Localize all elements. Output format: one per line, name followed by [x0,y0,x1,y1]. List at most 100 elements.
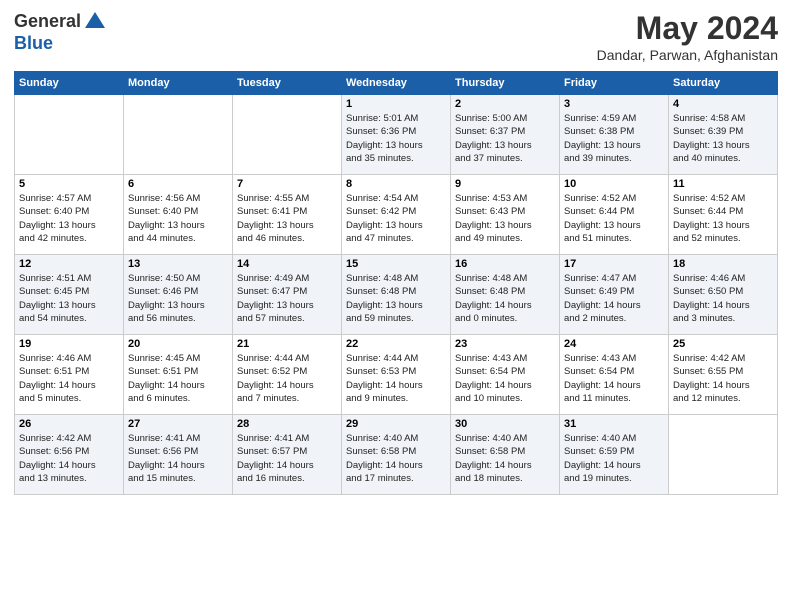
logo-icon [83,10,107,34]
day-info: Sunrise: 4:44 AM Sunset: 6:53 PM Dayligh… [346,352,446,405]
week-row-3: 12 Sunrise: 4:51 AM Sunset: 6:45 PM Dayli… [15,255,778,335]
day-cell: 20 Sunrise: 4:45 AM Sunset: 6:51 PM Dayli… [124,335,233,415]
day-info: Sunrise: 4:44 AM Sunset: 6:52 PM Dayligh… [237,352,337,405]
day-cell [124,95,233,175]
day-cell: 23 Sunrise: 4:43 AM Sunset: 6:54 PM Dayli… [451,335,560,415]
day-info: Sunrise: 4:47 AM Sunset: 6:49 PM Dayligh… [564,272,664,325]
day-info: Sunrise: 4:56 AM Sunset: 6:40 PM Dayligh… [128,192,228,245]
month-title: May 2024 [597,10,778,47]
weekday-header-thursday: Thursday [451,72,560,95]
day-number: 11 [673,178,773,190]
day-info: Sunrise: 4:55 AM Sunset: 6:41 PM Dayligh… [237,192,337,245]
day-number: 13 [128,258,228,270]
day-info: Sunrise: 4:53 AM Sunset: 6:43 PM Dayligh… [455,192,555,245]
day-number: 19 [19,338,119,350]
logo-text: General Blue [14,10,107,54]
weekday-header-sunday: Sunday [15,72,124,95]
day-number: 7 [237,178,337,190]
day-cell: 31Sunrise: 4:40 AM Sunset: 6:59 PM Dayli… [560,415,669,495]
day-info: Sunrise: 4:42 AM Sunset: 6:55 PM Dayligh… [673,352,773,405]
day-info: Sunrise: 4:40 AM Sunset: 6:58 PM Dayligh… [455,432,555,485]
day-number: 14 [237,258,337,270]
day-info: Sunrise: 4:40 AM Sunset: 6:58 PM Dayligh… [346,432,446,485]
calendar-header: SundayMondayTuesdayWednesdayThursdayFrid… [15,72,778,95]
day-cell: 13 Sunrise: 4:50 AM Sunset: 6:46 PM Dayli… [124,255,233,335]
day-cell: 22 Sunrise: 4:44 AM Sunset: 6:53 PM Dayli… [342,335,451,415]
day-number: 17 [564,258,664,270]
day-cell: 4 Sunrise: 4:58 AM Sunset: 6:39 PM Daylig… [669,95,778,175]
day-cell: 27Sunrise: 4:41 AM Sunset: 6:56 PM Dayli… [124,415,233,495]
day-number: 22 [346,338,446,350]
day-cell: 9 Sunrise: 4:53 AM Sunset: 6:43 PM Daylig… [451,175,560,255]
day-info: Sunrise: 4:48 AM Sunset: 6:48 PM Dayligh… [346,272,446,325]
weekday-header-wednesday: Wednesday [342,72,451,95]
day-info: Sunrise: 4:52 AM Sunset: 6:44 PM Dayligh… [673,192,773,245]
day-info: Sunrise: 5:00 AM Sunset: 6:37 PM Dayligh… [455,112,555,165]
day-cell [669,415,778,495]
day-number: 3 [564,98,664,110]
header: General Blue May 2024 Dandar, Parwan, Af… [14,10,778,63]
day-cell: 24 Sunrise: 4:43 AM Sunset: 6:54 PM Dayli… [560,335,669,415]
day-cell: 8 Sunrise: 4:54 AM Sunset: 6:42 PM Daylig… [342,175,451,255]
day-info: Sunrise: 4:45 AM Sunset: 6:51 PM Dayligh… [128,352,228,405]
day-number: 10 [564,178,664,190]
day-info: Sunrise: 4:57 AM Sunset: 6:40 PM Dayligh… [19,192,119,245]
title-area: May 2024 Dandar, Parwan, Afghanistan [597,10,778,63]
day-number: 26 [19,418,119,430]
day-info: Sunrise: 4:42 AM Sunset: 6:56 PM Dayligh… [19,432,119,485]
day-number: 2 [455,98,555,110]
day-number: 16 [455,258,555,270]
day-number: 25 [673,338,773,350]
day-number: 9 [455,178,555,190]
day-number: 8 [346,178,446,190]
day-info: Sunrise: 4:50 AM Sunset: 6:46 PM Dayligh… [128,272,228,325]
day-number: 4 [673,98,773,110]
week-row-5: 26 Sunrise: 4:42 AM Sunset: 6:56 PM Dayli… [15,415,778,495]
day-cell: 17 Sunrise: 4:47 AM Sunset: 6:49 PM Dayli… [560,255,669,335]
day-cell: 30Sunrise: 4:40 AM Sunset: 6:58 PM Dayli… [451,415,560,495]
day-number: 23 [455,338,555,350]
day-info: Sunrise: 4:43 AM Sunset: 6:54 PM Dayligh… [455,352,555,405]
day-cell: 26 Sunrise: 4:42 AM Sunset: 6:56 PM Dayli… [15,415,124,495]
day-number: 24 [564,338,664,350]
day-cell: 16 Sunrise: 4:48 AM Sunset: 6:48 PM Dayli… [451,255,560,335]
day-info: Sunrise: 4:40 AM Sunset: 6:59 PM Dayligh… [564,432,664,485]
day-number: 15 [346,258,446,270]
day-cell: 18Sunrise: 4:46 AM Sunset: 6:50 PM Dayli… [669,255,778,335]
logo-blue: Blue [14,34,107,54]
day-info: Sunrise: 4:46 AM Sunset: 6:51 PM Dayligh… [19,352,119,405]
logo: General Blue [14,10,107,54]
week-row-4: 19 Sunrise: 4:46 AM Sunset: 6:51 PM Dayli… [15,335,778,415]
calendar-body: 1Sunrise: 5:01 AM Sunset: 6:36 PM Daylig… [15,95,778,495]
day-info: Sunrise: 5:01 AM Sunset: 6:36 PM Dayligh… [346,112,446,165]
day-number: 21 [237,338,337,350]
day-cell: 28Sunrise: 4:41 AM Sunset: 6:57 PM Dayli… [233,415,342,495]
day-info: Sunrise: 4:43 AM Sunset: 6:54 PM Dayligh… [564,352,664,405]
day-number: 20 [128,338,228,350]
weekday-header-monday: Monday [124,72,233,95]
day-number: 5 [19,178,119,190]
day-info: Sunrise: 4:46 AM Sunset: 6:50 PM Dayligh… [673,272,773,325]
day-info: Sunrise: 4:54 AM Sunset: 6:42 PM Dayligh… [346,192,446,245]
day-cell: 19 Sunrise: 4:46 AM Sunset: 6:51 PM Dayli… [15,335,124,415]
weekday-header-tuesday: Tuesday [233,72,342,95]
day-cell: 12 Sunrise: 4:51 AM Sunset: 6:45 PM Dayli… [15,255,124,335]
day-cell: 7 Sunrise: 4:55 AM Sunset: 6:41 PM Daylig… [233,175,342,255]
day-cell: 5 Sunrise: 4:57 AM Sunset: 6:40 PM Daylig… [15,175,124,255]
week-row-1: 1Sunrise: 5:01 AM Sunset: 6:36 PM Daylig… [15,95,778,175]
day-info: Sunrise: 4:52 AM Sunset: 6:44 PM Dayligh… [564,192,664,245]
day-info: Sunrise: 4:51 AM Sunset: 6:45 PM Dayligh… [19,272,119,325]
day-cell: 14Sunrise: 4:49 AM Sunset: 6:47 PM Dayli… [233,255,342,335]
day-number: 12 [19,258,119,270]
day-cell: 2 Sunrise: 5:00 AM Sunset: 6:37 PM Daylig… [451,95,560,175]
location: Dandar, Parwan, Afghanistan [597,47,778,63]
day-info: Sunrise: 4:58 AM Sunset: 6:39 PM Dayligh… [673,112,773,165]
day-info: Sunrise: 4:41 AM Sunset: 6:57 PM Dayligh… [237,432,337,485]
weekday-row: SundayMondayTuesdayWednesdayThursdayFrid… [15,72,778,95]
day-cell: 21 Sunrise: 4:44 AM Sunset: 6:52 PM Dayli… [233,335,342,415]
day-cell: 3Sunrise: 4:59 AM Sunset: 6:38 PM Daylig… [560,95,669,175]
calendar: SundayMondayTuesdayWednesdayThursdayFrid… [14,71,778,495]
day-info: Sunrise: 4:48 AM Sunset: 6:48 PM Dayligh… [455,272,555,325]
weekday-header-friday: Friday [560,72,669,95]
day-cell [15,95,124,175]
